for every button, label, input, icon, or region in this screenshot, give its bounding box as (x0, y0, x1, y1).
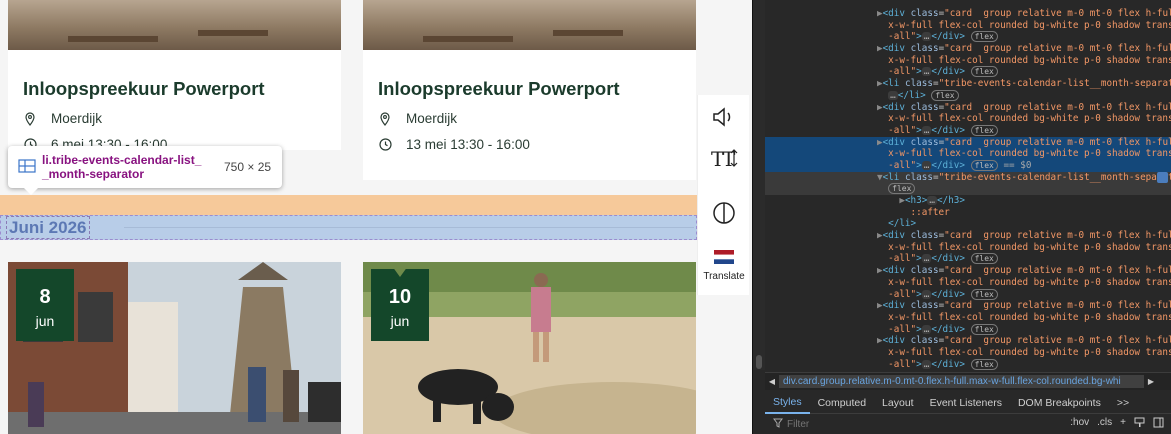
paint-icon[interactable] (1134, 417, 1145, 431)
breadcrumb-item[interactable]: div.card.group.relative.m-0.mt-0.flex.h-… (779, 375, 1144, 388)
month-separator-line (124, 227, 694, 228)
dom-node-line[interactable]: x-w-full flex-col rounded bg-white p-0 s… (765, 312, 1171, 324)
tooltip-selector: li.tribe-events-calendar-list_ _month-se… (42, 153, 212, 181)
dom-node-line[interactable]: x-w-full flex-col rounded bg-white p-0 s… (765, 242, 1171, 254)
event-image (363, 0, 696, 50)
scroll-into-view-icon[interactable] (1157, 171, 1168, 183)
event-location: Moerdijk (23, 111, 102, 126)
dom-node-line[interactable]: flex (765, 183, 1171, 195)
event-card[interactable]: Inloopspreekuur Powerport Moerdijk 6 mei… (8, 0, 341, 150)
dom-node-line[interactable]: … ▶<div class="card group relative m-0 m… (765, 136, 1171, 149)
filter-icon (773, 418, 783, 431)
map-pin-icon (23, 111, 37, 126)
tab-event-listeners[interactable]: Event Listeners (922, 392, 1010, 414)
accessibility-toolbar: TT Translate (697, 95, 749, 295)
sidebar-toggle-icon[interactable] (1153, 417, 1164, 431)
dom-node-line[interactable]: x-w-full flex-col rounded bg-white p-0 s… (765, 55, 1171, 67)
tab-styles[interactable]: Styles (765, 392, 810, 414)
website-viewport: Inloopspreekuur Powerport Moerdijk 6 mei… (0, 0, 752, 434)
event-location-text: Moerdijk (51, 111, 103, 126)
dom-node-line[interactable]: ▼<li class="tribe-events-calendar-list__… (765, 171, 1171, 184)
event-title[interactable]: Inloopspreekuur Powerport (23, 78, 265, 100)
dom-node-line[interactable]: ::after (765, 207, 1171, 219)
text-size-button[interactable]: TT (698, 147, 750, 174)
tab-dom-breakpoints[interactable]: DOM Breakpoints (1010, 392, 1109, 414)
event-title[interactable]: Inloopspreekuur Powerport (378, 78, 620, 100)
event-time: 13 mei 13:30 - 16:00 (378, 137, 530, 152)
dom-node-line[interactable]: x-w-full flex-col rounded bg-white p-0 s… (765, 277, 1171, 289)
read-aloud-button[interactable] (698, 107, 750, 132)
tab-more[interactable]: >> (1109, 392, 1137, 414)
event-location-text: Moerdijk (406, 111, 458, 126)
dom-node-line[interactable]: ▶<div class="card group relative m-0 mt-… (765, 265, 1171, 277)
dom-node-line[interactable]: -all">… </div> flex (765, 253, 1171, 265)
contrast-button[interactable] (698, 201, 750, 230)
dom-node-line[interactable]: -all">… </div> flex == $0 (765, 159, 1171, 172)
dom-node-line[interactable]: … </li> flex (765, 89, 1171, 102)
translate-button[interactable]: Translate (698, 250, 750, 282)
styles-filter-bar: :hov .cls + (765, 414, 1171, 434)
breadcrumb-right-arrow-icon[interactable]: ▶ (1144, 377, 1158, 386)
date-badge: 10 jun (371, 269, 429, 341)
cls-toggle[interactable]: .cls (1097, 417, 1112, 431)
date-badge: 8 jun (16, 269, 74, 341)
dom-node-line[interactable]: ▶<div class="card group relative m-0 mt-… (765, 335, 1171, 347)
text-size-icon: TT (710, 147, 738, 174)
event-location: Moerdijk (378, 111, 457, 126)
dom-node-line[interactable]: -all">… </div> flex (765, 66, 1171, 78)
elements-tree[interactable]: ▶<div class="card group relative m-0 mt-… (765, 8, 1171, 370)
event-image[interactable]: 8 jun (8, 262, 341, 434)
contrast-icon (712, 201, 736, 230)
dom-node-line[interactable]: ▶<div class="card group relative m-0 mt-… (765, 8, 1171, 20)
clock-icon (378, 138, 392, 152)
dom-breadcrumb: ◀ div.card.group.relative.m-0.mt-0.flex.… (765, 372, 1171, 390)
dom-node-line[interactable]: x-w-full flex-col rounded bg-white p-0 s… (765, 20, 1171, 32)
map-pin-icon (378, 111, 392, 126)
month-separator-heading: Juni 2026 (6, 216, 90, 239)
date-badge-day: 8 (39, 286, 51, 308)
date-badge-month: jun (35, 313, 55, 329)
dom-node-line[interactable]: -all">… </div> flex (765, 358, 1171, 370)
styles-toolbar: :hov .cls + (1070, 417, 1164, 431)
dom-node-line[interactable]: -all">… </div> flex (765, 288, 1171, 301)
translate-label: Translate (703, 271, 745, 282)
flex-layout-icon (18, 158, 36, 176)
tooltip-selector-line2: _month-separator (42, 167, 145, 181)
dom-node-line[interactable]: x-w-full flex-col rounded bg-white p-0 s… (765, 148, 1171, 160)
dom-node-line[interactable]: ▶<h3>… </h3> (765, 195, 1171, 207)
dom-node-line[interactable]: ▶<div class="card group relative m-0 mt-… (765, 102, 1171, 114)
event-card[interactable]: Inloopspreekuur Powerport Moerdijk 13 me… (363, 0, 696, 180)
dom-node-line[interactable]: -all">… </div> flex (765, 31, 1171, 43)
dom-node-line[interactable]: ▶<div class="card group relative m-0 mt-… (765, 43, 1171, 55)
dutch-flag-icon (714, 250, 734, 269)
dom-node-line[interactable]: ▶<div class="card group relative m-0 mt-… (765, 230, 1171, 242)
devtools-tabs: Styles Computed Layout Event Listeners D… (765, 392, 1171, 414)
tooltip-size: 750 × 25 (224, 160, 272, 174)
devtools-gutter (753, 0, 765, 370)
new-rule-button[interactable]: + (1120, 417, 1126, 431)
date-badge-month: jun (390, 313, 410, 329)
dom-node-line[interactable]: ▶<li class="tribe-events-calendar-list__… (765, 78, 1171, 90)
dom-node-line[interactable]: -all">… </div> flex (765, 124, 1171, 137)
event-image (8, 0, 341, 50)
dom-node-line[interactable]: -all">… </div> flex (765, 323, 1171, 336)
dom-node-line[interactable]: x-w-full flex-col rounded bg-white p-0 s… (765, 113, 1171, 125)
tooltip-selector-line1: li.tribe-events-calendar-list_ (42, 153, 202, 167)
styles-filter-input[interactable] (787, 418, 1071, 430)
tab-computed[interactable]: Computed (810, 392, 874, 414)
dom-node-line[interactable]: ▶<div class="card group relative m-0 mt-… (765, 300, 1171, 312)
hov-toggle[interactable]: :hov (1070, 417, 1089, 431)
breadcrumb-left-arrow-icon[interactable]: ◀ (765, 377, 779, 386)
devtools-panel: ▶<div class="card group relative m-0 mt-… (752, 0, 1171, 434)
dom-node-line[interactable]: x-w-full flex-col rounded bg-white p-0 s… (765, 347, 1171, 359)
dom-node-line[interactable]: </li> (765, 218, 1171, 230)
speaker-icon (711, 107, 737, 132)
margin-highlight (0, 195, 697, 215)
tab-layout[interactable]: Layout (874, 392, 922, 414)
scrollbar-thumb[interactable] (756, 355, 762, 369)
event-time-text: 13 mei 13:30 - 16:00 (406, 137, 530, 152)
inspector-tooltip: li.tribe-events-calendar-list_ _month-se… (8, 146, 282, 195)
date-badge-day: 10 (388, 286, 412, 308)
event-image[interactable]: 10 jun (363, 262, 696, 434)
